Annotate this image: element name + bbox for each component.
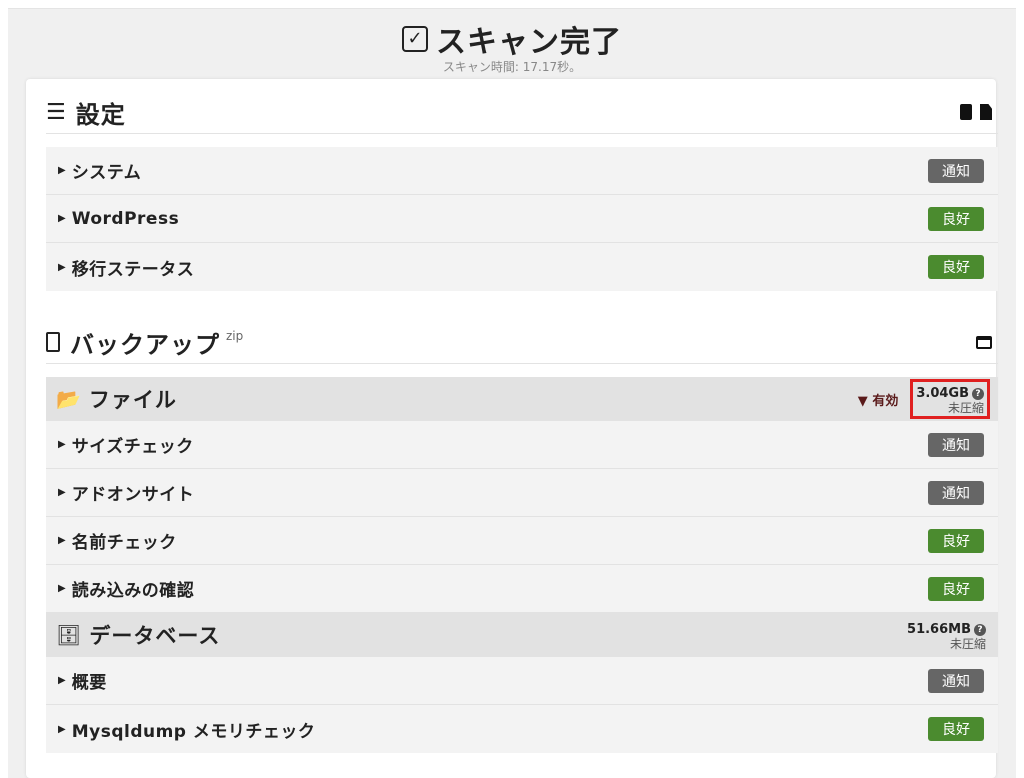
database-item-overview[interactable]: ▶ 概要 通知 <box>46 657 998 705</box>
row-label: WordPress <box>71 208 180 229</box>
files-size-box: 3.04GB? 未圧縮 <box>910 379 990 419</box>
files-item-addon-sites[interactable]: ▶ アドオンサイト 通知 <box>46 469 998 517</box>
database-icon: 🗄 <box>56 623 82 647</box>
backup-header: バックアップ zip <box>46 321 998 364</box>
scan-time: スキャン時間: 17.17秒。 <box>442 60 582 74</box>
caret-right-icon: ▶ <box>58 261 66 273</box>
backup-format: zip <box>226 329 244 343</box>
settings-header: ☰ 設定 <box>46 91 998 134</box>
status-badge: 通知 <box>928 480 984 505</box>
row-label: 名前チェック <box>71 533 177 553</box>
filter-label: 有効 <box>872 393 899 409</box>
caret-right-icon: ▶ <box>58 583 66 594</box>
database-size: 51.66MB <box>907 622 971 638</box>
files-item-size-check[interactable]: ▶ サイズチェック 通知 <box>46 421 998 469</box>
database-subheader: 🗄 データベース 51.66MB? 未圧縮 <box>46 613 998 657</box>
backup-list: 📂 ファイル ▼ 有効 3.04GB? 未圧縮 ▶ サイズチェック 通知 ▶ ア… <box>46 377 998 753</box>
row-label: アドオンサイト <box>71 485 195 505</box>
files-item-name-check[interactable]: ▶ 名前チェック 良好 <box>46 517 998 565</box>
page-header: ✓ スキャン完了 スキャン時間: 17.17秒。 <box>8 17 1016 75</box>
database-title: データベース <box>89 624 221 648</box>
help-icon[interactable]: ? <box>972 388 984 401</box>
row-label: 読み込みの確認 <box>71 581 195 601</box>
checkbox-checked-icon: ✓ <box>402 26 428 52</box>
status-badge: 良好 <box>928 717 984 741</box>
window-icon[interactable] <box>976 335 992 349</box>
file-icon[interactable] <box>980 104 992 120</box>
checklist-icon: ☰ <box>46 99 66 125</box>
files-subheader: 📂 ファイル ▼ 有効 3.04GB? 未圧縮 <box>46 377 998 421</box>
database-item-mysqldump-memory[interactable]: ▶ Mysqldump メモリチェック 良好 <box>46 705 998 753</box>
help-icon[interactable]: ? <box>974 624 986 637</box>
caret-right-icon: ▶ <box>58 723 66 735</box>
filter-toggle[interactable]: ▼ 有効 <box>858 390 899 409</box>
scan-complete-page: ✓ スキャン完了 スキャン時間: 17.17秒。 ☰ 設定 ▶ システム 通知 … <box>8 8 1016 778</box>
status-badge: 通知 <box>928 432 984 457</box>
folder-open-icon: 📂 <box>56 387 81 411</box>
database-size-note: 未圧縮 <box>949 636 986 651</box>
caret-right-icon: ▶ <box>58 165 66 176</box>
files-size: 3.04GB <box>916 386 969 402</box>
files-item-read-check[interactable]: ▶ 読み込みの確認 良好 <box>46 565 998 613</box>
status-badge: 良好 <box>928 206 984 231</box>
row-label: 概要 <box>71 673 107 693</box>
page-title: スキャン完了 <box>436 25 622 60</box>
settings-item-wordpress[interactable]: ▶ WordPress 良好 <box>46 195 998 243</box>
files-title: ファイル <box>88 388 177 412</box>
status-badge: 通知 <box>928 158 984 183</box>
caret-right-icon: ▶ <box>58 439 66 450</box>
settings-list: ▶ システム 通知 ▶ WordPress 良好 ▶ 移行ステータス 良好 <box>46 147 998 291</box>
files-size-note: 未圧縮 <box>947 400 984 415</box>
caret-right-icon: ▶ <box>58 675 66 686</box>
backup-title: バックアップ <box>70 330 220 359</box>
database-size-box: 51.66MB? 未圧縮 <box>903 617 990 652</box>
chip-icon[interactable] <box>960 104 972 120</box>
row-label: 移行ステータス <box>71 259 195 280</box>
settings-item-system[interactable]: ▶ システム 通知 <box>46 147 998 195</box>
caret-right-icon: ▶ <box>58 487 66 498</box>
status-badge: 良好 <box>928 528 984 553</box>
row-label: Mysqldump メモリチェック <box>71 721 316 742</box>
scan-results-panel: ☰ 設定 ▶ システム 通知 ▶ WordPress 良好 ▶ 移行ステータス … <box>26 79 998 778</box>
settings-title: 設定 <box>75 100 126 129</box>
zip-file-icon <box>46 332 60 352</box>
caret-right-icon: ▶ <box>58 213 66 224</box>
row-label: サイズチェック <box>71 437 194 457</box>
caret-right-icon: ▶ <box>58 535 66 546</box>
status-badge: 通知 <box>928 668 984 693</box>
row-label: システム <box>71 163 142 183</box>
settings-item-migration-status[interactable]: ▶ 移行ステータス 良好 <box>46 243 998 291</box>
status-badge: 良好 <box>928 255 984 279</box>
status-badge: 良好 <box>928 576 984 601</box>
